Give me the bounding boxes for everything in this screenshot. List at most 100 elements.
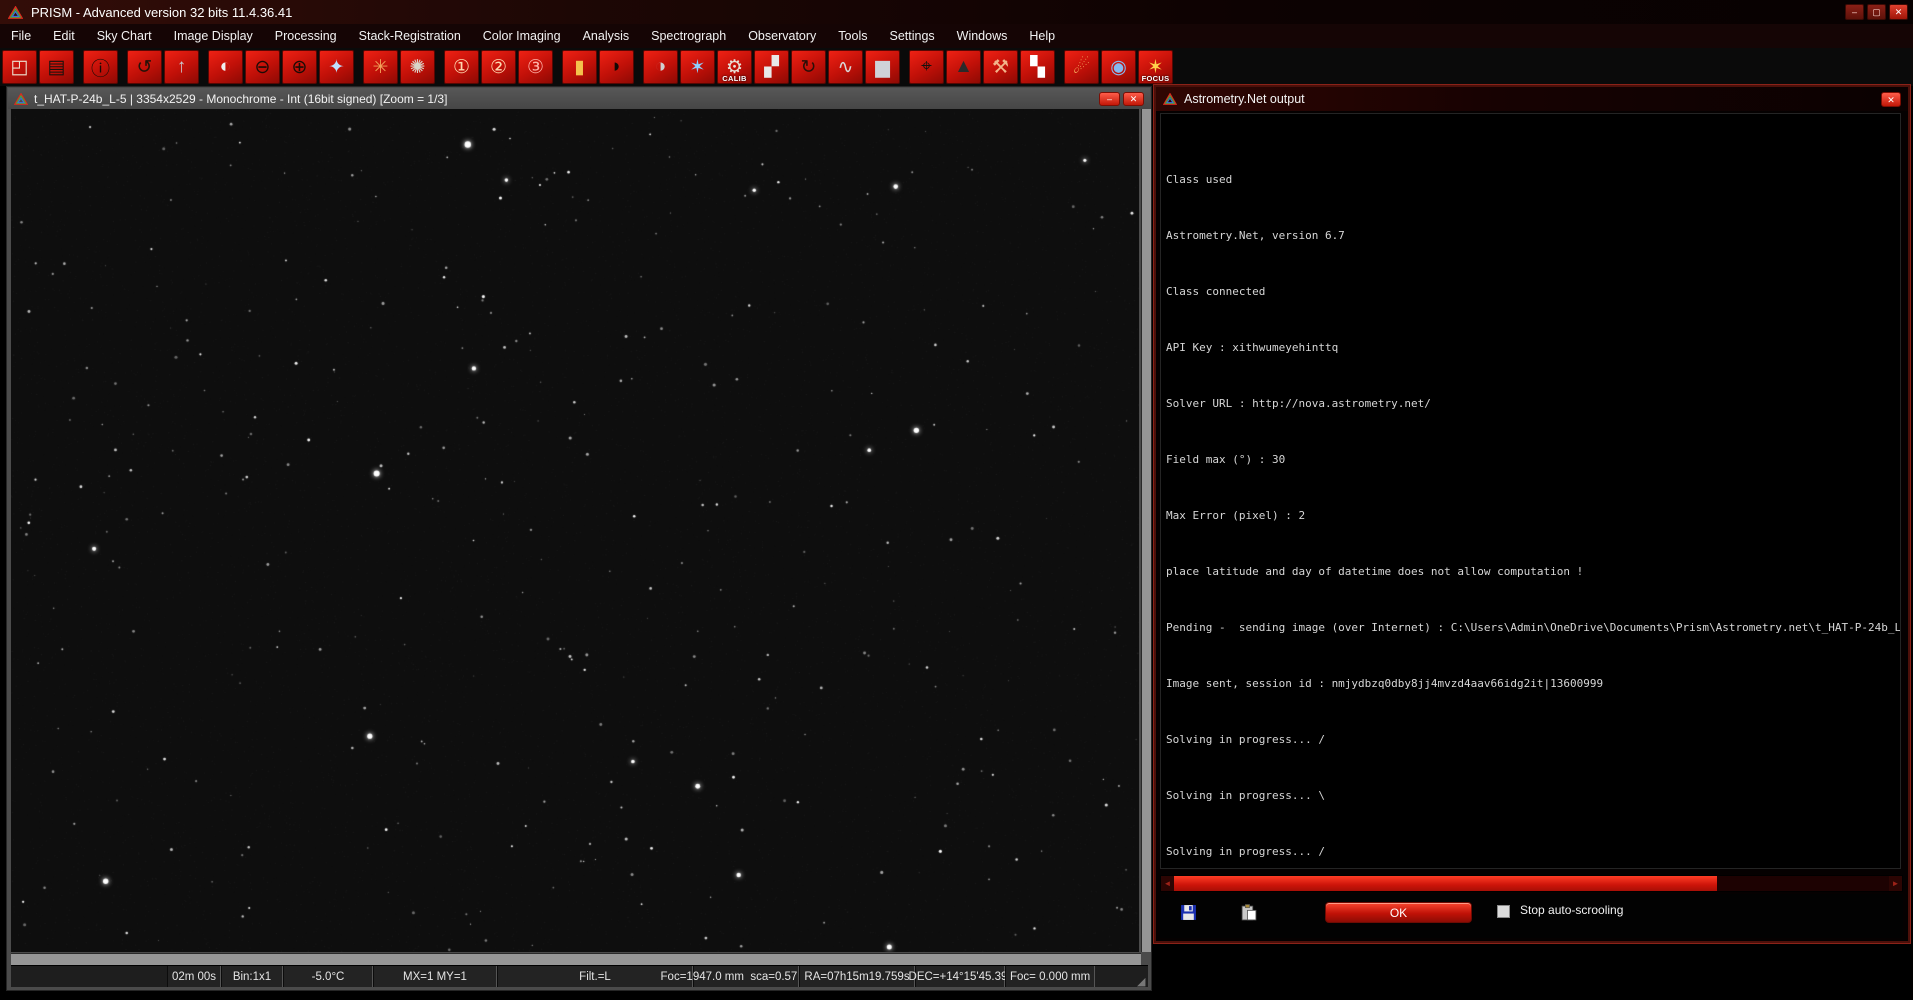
image-horizontal-scrollbar[interactable] bbox=[11, 953, 1141, 965]
prism-logo-icon bbox=[8, 6, 23, 19]
menu-spectrograph[interactable]: Spectrograph bbox=[640, 24, 737, 48]
app-titlebar[interactable]: PRISM - Advanced version 32 bits 11.4.36… bbox=[0, 0, 1913, 24]
menu-file[interactable]: File bbox=[0, 24, 42, 48]
focus-button[interactable]: ✶FOCUS bbox=[1138, 50, 1173, 84]
contrast-button[interactable]: ◐ bbox=[208, 50, 243, 84]
astrometry-footer: OK Stop auto-scrooling bbox=[1160, 894, 1903, 938]
upload-button[interactable]: ↑ bbox=[164, 50, 199, 84]
menu-stack-registration[interactable]: Stack-Registration bbox=[348, 24, 472, 48]
status-exposure: 02m 00s bbox=[167, 966, 221, 987]
star-window-button[interactable]: ✦ bbox=[319, 50, 354, 84]
hand-globe-button[interactable]: ☄ bbox=[1064, 50, 1099, 84]
stop-autoscroll-checkbox[interactable] bbox=[1497, 905, 1510, 918]
zoom-out-button[interactable]: ⊖ bbox=[245, 50, 280, 84]
starfield-button[interactable]: ▚ bbox=[1020, 50, 1055, 84]
astrometry-window-titlebar[interactable]: Astrometry.Net output ✕ bbox=[1156, 87, 1908, 111]
polish-wrench-button[interactable]: ⚒ bbox=[983, 50, 1018, 84]
scrollbar-track[interactable] bbox=[1174, 876, 1889, 891]
menu-settings[interactable]: Settings bbox=[878, 24, 945, 48]
menu-edit[interactable]: Edit bbox=[42, 24, 86, 48]
status-mirror: MX=1 MY=1 bbox=[373, 966, 497, 987]
psf-peak-button[interactable]: ▲ bbox=[946, 50, 981, 84]
toolbar-icon: ∿ bbox=[838, 56, 854, 79]
console-line: API Key : xithwumeyehinttq bbox=[1166, 341, 1895, 355]
sky-grid-button[interactable]: ✶ bbox=[680, 50, 715, 84]
console-line: Class used bbox=[1166, 173, 1895, 187]
menu-color-imaging[interactable]: Color Imaging bbox=[472, 24, 572, 48]
globe-button[interactable]: ◉ bbox=[1101, 50, 1136, 84]
toolbar-icon: ◰ bbox=[11, 56, 29, 79]
save-log-icon[interactable] bbox=[1180, 904, 1197, 921]
image-window-controls: – ✕ bbox=[1099, 92, 1144, 106]
layer-2-button[interactable]: ② bbox=[481, 50, 516, 84]
app-maximize-button[interactable]: ▢ bbox=[1867, 4, 1886, 20]
rotate-button[interactable]: ↻ bbox=[791, 50, 826, 84]
image-status-bar: 02m 00s Bin:1x1 -5.0°C MX=1 MY=1 Filt.=L… bbox=[11, 965, 1148, 987]
aperture-button[interactable]: ✺ bbox=[400, 50, 435, 84]
toolbar-icon: ☄ bbox=[1073, 56, 1090, 79]
stop-autoscroll-label: Stop auto-scrooling bbox=[1520, 903, 1623, 917]
menu-analysis[interactable]: Analysis bbox=[572, 24, 641, 48]
image-vertical-scrollbar[interactable] bbox=[1141, 109, 1151, 952]
menu-tools[interactable]: Tools bbox=[827, 24, 878, 48]
app-minimize-button[interactable]: – bbox=[1845, 4, 1864, 20]
blink-compare-button[interactable]: ▞ bbox=[754, 50, 789, 84]
console-line: Image sent, session id : nmjydbzq0dby8jj… bbox=[1166, 677, 1895, 691]
resize-grip-icon[interactable]: ◢ bbox=[1137, 976, 1149, 988]
save-button[interactable]: ▤ bbox=[39, 50, 74, 84]
console-line: place latitude and day of datetime does … bbox=[1166, 565, 1895, 579]
console-line: Solver URL : http://nova.astrometry.net/ bbox=[1166, 397, 1895, 411]
zoom-in-button[interactable]: ⊕ bbox=[282, 50, 317, 84]
image-window-title: t_HAT-P-24b_L-5 | 3354x2529 - Monochrome… bbox=[34, 92, 447, 106]
layer-3-button[interactable]: ③ bbox=[518, 50, 553, 84]
info-button[interactable]: ⓘ bbox=[83, 50, 118, 84]
console-line: Field max (°) : 30 bbox=[1166, 453, 1895, 467]
console-horizontal-scrollbar: ◄ ► bbox=[1160, 875, 1903, 892]
toolbar-icon: ▆ bbox=[875, 56, 890, 79]
toolbar-icon: ⌖ bbox=[921, 56, 932, 78]
histogram-button[interactable]: ▆ bbox=[865, 50, 900, 84]
menu-image-display[interactable]: Image Display bbox=[163, 24, 264, 48]
curve-button[interactable]: ∿ bbox=[828, 50, 863, 84]
console-line: Solving in progress... / bbox=[1166, 845, 1895, 859]
scroll-right-arrow-icon[interactable]: ► bbox=[1889, 876, 1902, 891]
copy-log-icon[interactable] bbox=[1240, 904, 1257, 921]
hand-adjust-button[interactable]: ✳ bbox=[363, 50, 398, 84]
layer-1-button[interactable]: ① bbox=[444, 50, 479, 84]
telescope-button[interactable]: ⌖ bbox=[909, 50, 944, 84]
toolbar-icon: ▲ bbox=[954, 56, 973, 78]
scrollbar-thumb[interactable] bbox=[1174, 876, 1717, 891]
console-line: Class connected bbox=[1166, 285, 1895, 299]
console-line: Astrometry.Net, version 6.7 bbox=[1166, 229, 1895, 243]
camera-button[interactable]: ▮ bbox=[562, 50, 597, 84]
image-window: t_HAT-P-24b_L-5 | 3354x2529 - Monochrome… bbox=[6, 86, 1152, 991]
toolbar-icon: ⊕ bbox=[292, 56, 308, 79]
app-close-button[interactable]: ✕ bbox=[1889, 4, 1908, 20]
image-window-titlebar[interactable]: t_HAT-P-24b_L-5 | 3354x2529 - Monochrome… bbox=[8, 88, 1150, 109]
half-sphere-button[interactable]: ◑ bbox=[643, 50, 678, 84]
status-dec: DEC=+14°15'45.39" bbox=[915, 966, 1005, 987]
menu-help[interactable]: Help bbox=[1018, 24, 1066, 48]
menu-sky-chart[interactable]: Sky Chart bbox=[86, 24, 163, 48]
toolbar-icon: ✺ bbox=[410, 56, 426, 79]
menu-processing[interactable]: Processing bbox=[264, 24, 348, 48]
toolbar: ◰ ▤ ⓘ ↺ ↑ ◐ ⊖ ⊕ ✦ ✳ ✺ ① ② ③ ▮ ◗ bbox=[0, 48, 1913, 86]
open-file-button[interactable]: ◰ bbox=[2, 50, 37, 84]
toolbar-icon: ① bbox=[453, 56, 470, 79]
dark-frame-button[interactable]: ◗ bbox=[599, 50, 634, 84]
image-window-close-button[interactable]: ✕ bbox=[1123, 92, 1144, 106]
astrometry-console-log[interactable]: Class used Astrometry.Net, version 6.7 C… bbox=[1160, 113, 1901, 869]
toolbar-icon: ◗ bbox=[611, 56, 622, 78]
image-window-minimize-button[interactable]: – bbox=[1099, 92, 1120, 106]
undo-button[interactable]: ↺ bbox=[127, 50, 162, 84]
astrometry-window-close-button[interactable]: ✕ bbox=[1881, 92, 1901, 107]
ok-button[interactable]: OK bbox=[1325, 902, 1472, 923]
scroll-left-arrow-icon[interactable]: ◄ bbox=[1161, 876, 1174, 891]
toolbar-icon: ↻ bbox=[801, 56, 817, 79]
star-field-image[interactable] bbox=[11, 109, 1139, 952]
menu-observatory[interactable]: Observatory bbox=[737, 24, 827, 48]
toolbar-icon: ⓘ bbox=[91, 54, 110, 81]
app-window-controls: – ▢ ✕ bbox=[1845, 4, 1913, 20]
menu-windows[interactable]: Windows bbox=[946, 24, 1019, 48]
calib-button[interactable]: ⚙CALIB bbox=[717, 50, 752, 84]
